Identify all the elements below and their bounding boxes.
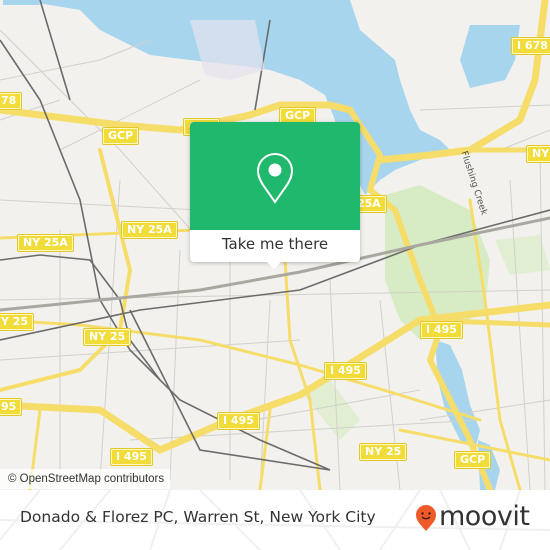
airport-area <box>190 20 265 80</box>
route-shield-i495: 95 <box>0 399 22 415</box>
moovit-wordmark: moovit <box>439 501 530 532</box>
route-shield-i495: I 495 <box>111 449 152 465</box>
small-pond <box>3 0 40 5</box>
route-shield-i495: I 495 <box>218 413 259 429</box>
map-attribution[interactable]: © OpenStreetMap contributors <box>0 469 171 489</box>
destination-popup[interactable]: Take me there <box>190 122 360 269</box>
route-shield-i678: I 678 <box>512 38 550 54</box>
popup-pointer <box>266 261 282 269</box>
route-shield-78: 78 <box>0 93 22 109</box>
footer-bar: Donado & Florez PC, Warren St, New York … <box>0 490 550 550</box>
route-shield-ny25: NY 25 <box>84 329 131 345</box>
route-shield-ny25a: NY 25A <box>18 235 73 251</box>
popup-header <box>190 122 360 230</box>
route-shield-i495: I 495 <box>325 363 366 379</box>
meadow-lake <box>435 340 480 450</box>
location-pin-icon <box>256 152 294 204</box>
route-shield-gcp: GCP <box>103 128 139 144</box>
moovit-pin-icon <box>416 505 436 531</box>
route-shield-ny25: Y 25 <box>0 314 34 330</box>
route-shield-gcp: GCP <box>455 452 491 468</box>
route-shield-ny25: NY 25 <box>360 444 407 460</box>
route-shield-i495: I 495 <box>421 322 462 338</box>
map-view[interactable]: I 678 78 GCP GCP GCP NY NY 25A NY 25A 25… <box>0 0 550 490</box>
route-shield-ny: NY <box>527 146 550 162</box>
place-name: Donado & Florez PC, Warren St, New York … <box>20 508 376 526</box>
bay-water-right <box>460 25 520 88</box>
route-shield-ny25a: NY 25A <box>122 222 177 238</box>
take-me-there-button[interactable]: Take me there <box>190 230 360 262</box>
